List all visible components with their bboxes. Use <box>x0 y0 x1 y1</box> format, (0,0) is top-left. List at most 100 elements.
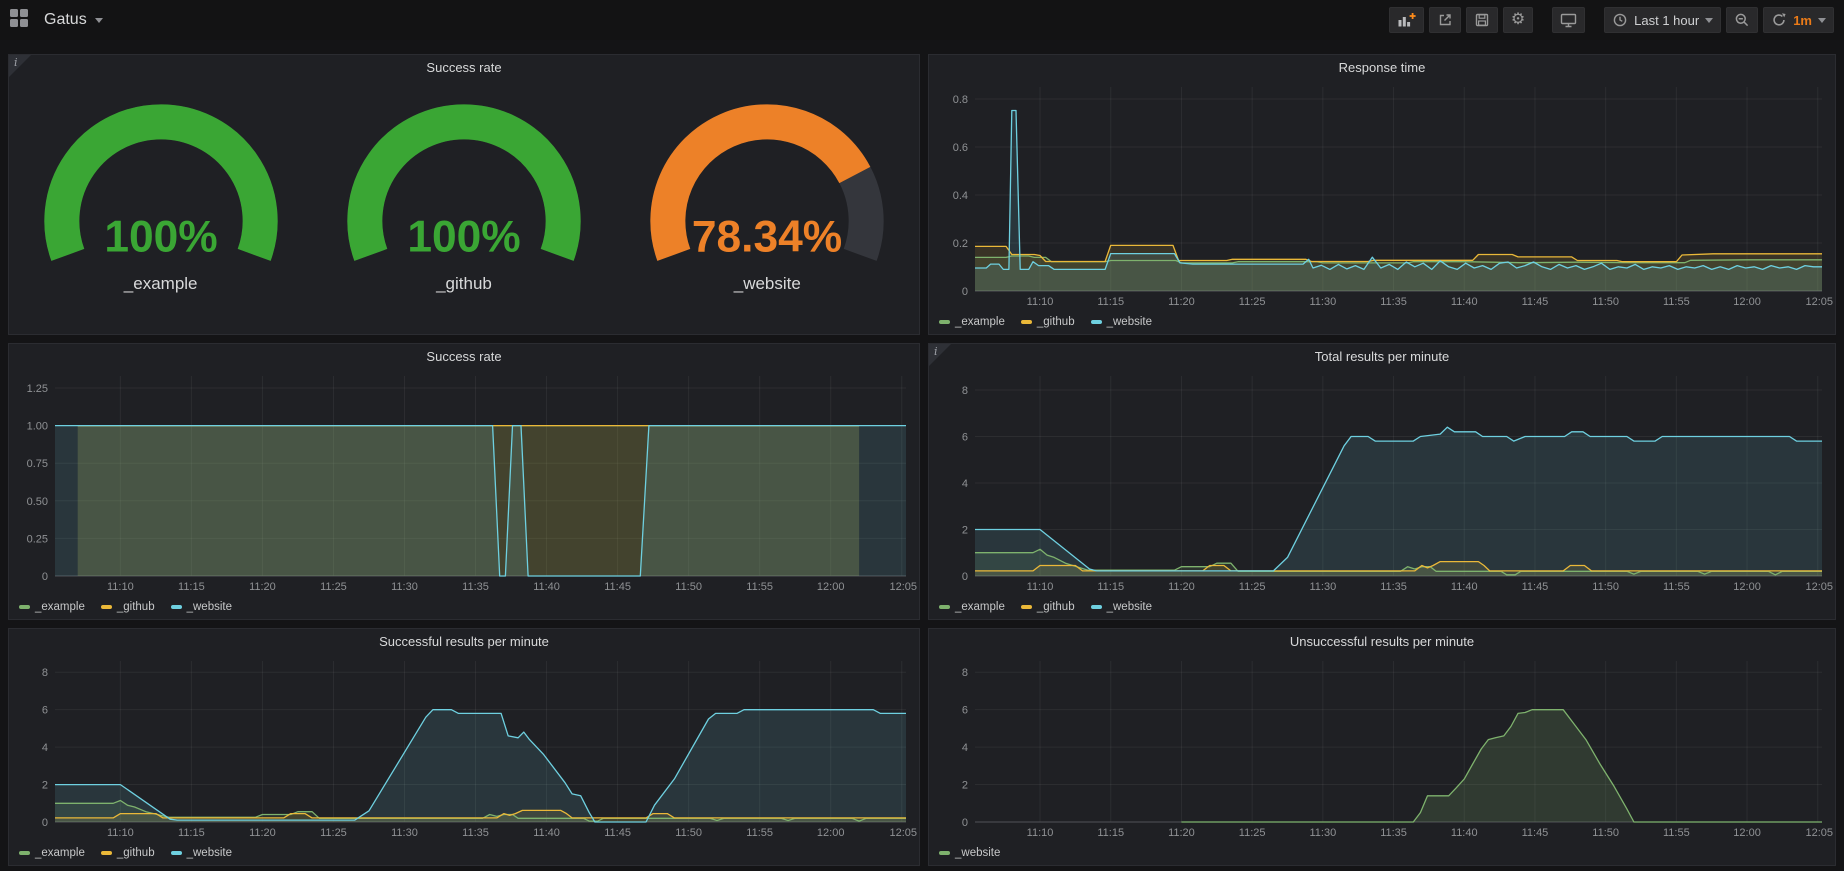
svg-text:11:10: 11:10 <box>107 827 134 839</box>
svg-text:11:40: 11:40 <box>1451 581 1478 593</box>
svg-text:0: 0 <box>42 571 48 583</box>
panel-unsuccessful-results: Unsuccessful results per minute 0246811:… <box>928 628 1836 866</box>
legend-series-name: _github <box>1037 601 1075 613</box>
legend-item-_website[interactable]: _website <box>171 601 232 613</box>
legend-item-_website[interactable]: _website <box>1091 601 1152 613</box>
svg-text:11:20: 11:20 <box>249 827 276 839</box>
legend-item-_website[interactable]: _website <box>1091 316 1152 328</box>
chart-plot-total-results[interactable]: 0246811:1011:1511:2011:2511:3011:3511:40… <box>929 370 1835 595</box>
svg-text:0: 0 <box>962 817 968 829</box>
svg-text:0: 0 <box>962 286 968 298</box>
svg-text:12:05: 12:05 <box>889 827 917 839</box>
time-range-button[interactable]: Last 1 hour <box>1604 7 1721 33</box>
gauge-_website: 78.34%_website <box>617 95 917 294</box>
svg-text:11:10: 11:10 <box>1027 581 1054 593</box>
chart-plot-success-rate[interactable]: 00.250.500.751.001.2511:1011:1511:2011:2… <box>9 370 919 595</box>
svg-text:11:10: 11:10 <box>1027 827 1054 839</box>
svg-text:0.8: 0.8 <box>953 94 968 106</box>
svg-text:12:00: 12:00 <box>817 827 845 839</box>
svg-text:6: 6 <box>962 705 968 717</box>
save-icon <box>1474 12 1490 28</box>
svg-text:1.25: 1.25 <box>27 383 48 395</box>
svg-text:8: 8 <box>962 667 968 679</box>
legend-series-name: _website <box>187 601 232 613</box>
svg-text:11:10: 11:10 <box>1027 296 1054 308</box>
chart-plot-response-time[interactable]: 00.20.40.60.811:1011:1511:2011:2511:3011… <box>929 81 1835 310</box>
gauge-_github: 100%_github <box>314 95 614 294</box>
legend-item-_example[interactable]: _example <box>939 316 1005 328</box>
panel-title[interactable]: Successful results per minute <box>9 629 919 655</box>
gauge-value: 100% <box>407 212 520 261</box>
svg-text:12:05: 12:05 <box>889 581 917 593</box>
zoom-out-button[interactable] <box>1726 7 1758 33</box>
chevron-down-icon <box>1818 18 1826 23</box>
svg-text:0: 0 <box>42 817 48 829</box>
svg-text:11:40: 11:40 <box>1451 827 1478 839</box>
svg-text:11:20: 11:20 <box>1168 581 1195 593</box>
legend-series-name: _website <box>187 847 232 859</box>
svg-text:12:00: 12:00 <box>1733 296 1761 308</box>
gauge-_example: 100%_example <box>11 95 311 294</box>
panel-title[interactable]: Success rate <box>9 344 919 370</box>
svg-text:12:05: 12:05 <box>1805 581 1833 593</box>
legend-item-_example[interactable]: _example <box>19 601 85 613</box>
svg-text:11:50: 11:50 <box>1592 581 1619 593</box>
svg-text:2: 2 <box>42 780 48 792</box>
svg-text:11:10: 11:10 <box>107 581 134 593</box>
panel-info-icon[interactable]: i <box>9 55 31 77</box>
legend-swatch <box>19 605 30 609</box>
svg-text:11:30: 11:30 <box>391 581 418 593</box>
svg-text:11:30: 11:30 <box>1309 581 1336 593</box>
legend-item-_github[interactable]: _github <box>1021 601 1075 613</box>
share-button[interactable] <box>1429 7 1461 33</box>
legend-series-name: _github <box>1037 316 1075 328</box>
panel-title[interactable]: Total results per minute <box>929 344 1835 370</box>
panel-title[interactable]: Response time <box>929 55 1835 81</box>
svg-text:8: 8 <box>42 667 48 679</box>
svg-text:11:55: 11:55 <box>746 581 773 593</box>
svg-text:12:05: 12:05 <box>1805 296 1833 308</box>
grid-menu-icon[interactable] <box>10 9 32 31</box>
legend-series-name: _website <box>1107 316 1152 328</box>
panel-title[interactable]: Unsuccessful results per minute <box>929 629 1835 655</box>
svg-text:6: 6 <box>962 431 968 443</box>
chart-legend: _website <box>939 843 1829 862</box>
svg-text:11:15: 11:15 <box>178 581 205 593</box>
legend-item-_website[interactable]: _website <box>939 847 1000 859</box>
panel-title[interactable]: Success rate <box>9 55 919 81</box>
svg-text:11:50: 11:50 <box>1592 296 1619 308</box>
legend-swatch <box>1021 605 1032 609</box>
svg-text:11:25: 11:25 <box>320 581 347 593</box>
navbar: Gatus ⚙ <box>0 0 1844 40</box>
legend-item-_example[interactable]: _example <box>939 601 1005 613</box>
panel-success-rate-series: Success rate 00.250.500.751.001.2511:101… <box>8 343 920 620</box>
panel-success-rate-gauges: i Success rate 100%_example100%_github78… <box>8 54 920 335</box>
cycle-view-button[interactable] <box>1552 7 1585 33</box>
add-panel-button[interactable] <box>1389 7 1424 33</box>
dashboard-title-button[interactable]: Gatus <box>44 11 103 29</box>
svg-text:12:05: 12:05 <box>1805 827 1833 839</box>
legend-item-_website[interactable]: _website <box>171 847 232 859</box>
svg-text:12:00: 12:00 <box>817 581 845 593</box>
legend-item-_github[interactable]: _github <box>101 601 155 613</box>
svg-text:0.6: 0.6 <box>953 142 968 154</box>
settings-button[interactable]: ⚙ <box>1503 7 1533 33</box>
chart-plot-unsuccessful-results[interactable]: 0246811:1011:1511:2011:2511:3011:3511:40… <box>929 655 1835 841</box>
legend-swatch <box>19 851 30 855</box>
chart-plot-successful-results[interactable]: 0246811:1011:1511:2011:2511:3011:3511:40… <box>9 655 919 841</box>
svg-text:11:45: 11:45 <box>1522 296 1549 308</box>
legend-item-_github[interactable]: _github <box>1021 316 1075 328</box>
svg-text:11:50: 11:50 <box>675 581 702 593</box>
gauge-value: 78.34% <box>692 212 842 261</box>
svg-text:11:55: 11:55 <box>1663 581 1690 593</box>
legend-swatch <box>939 320 950 324</box>
refresh-icon <box>1771 12 1787 28</box>
svg-text:4: 4 <box>42 742 48 754</box>
legend-series-name: _example <box>955 316 1005 328</box>
save-button[interactable] <box>1466 7 1498 33</box>
gauges-row: 100%_example100%_github78.34%_website <box>9 81 919 294</box>
legend-item-_github[interactable]: _github <box>101 847 155 859</box>
panel-info-icon[interactable]: i <box>929 344 951 366</box>
legend-item-_example[interactable]: _example <box>19 847 85 859</box>
refresh-button[interactable]: 1m <box>1763 7 1834 33</box>
